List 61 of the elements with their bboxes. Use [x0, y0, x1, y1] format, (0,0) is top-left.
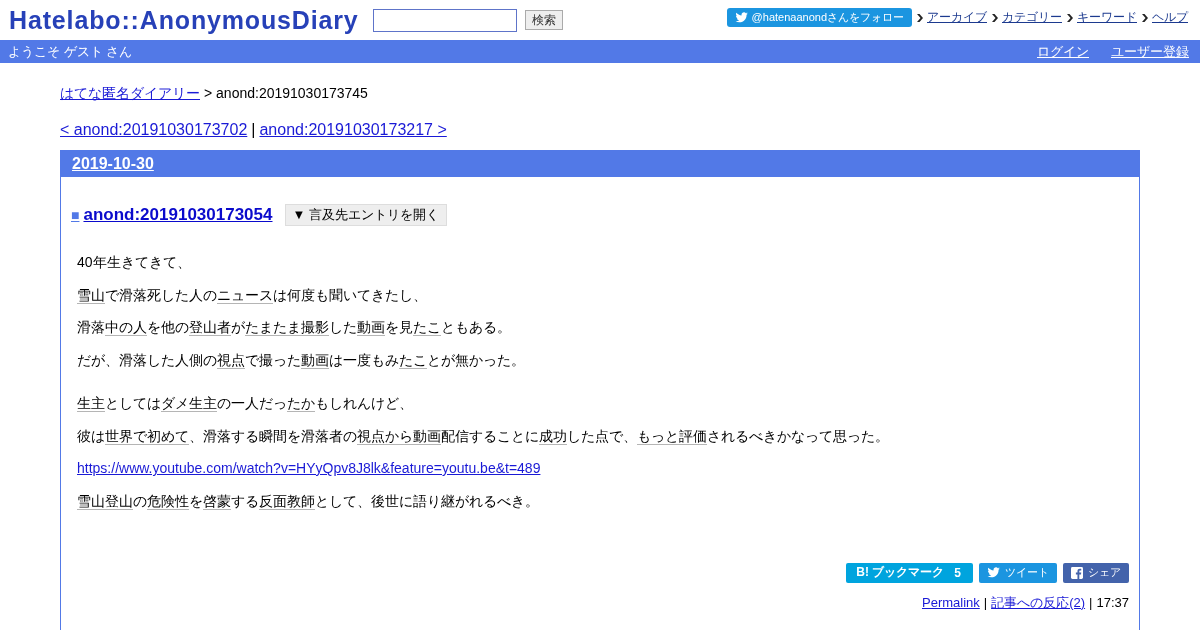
arrow-icon — [1067, 13, 1073, 22]
keyword-link[interactable]: 中の人 — [105, 319, 147, 335]
arrow-icon — [992, 13, 998, 22]
keyword-link[interactable]: 視点 — [217, 351, 245, 368]
site-logo[interactable]: Hatelabo::AnonymousDiary — [9, 5, 359, 35]
entry-title-link[interactable]: anond:20191030173054 — [83, 205, 273, 225]
keyword-link[interactable]: 啓蒙 — [203, 492, 231, 509]
keyword-link[interactable]: たか — [287, 395, 315, 411]
footer-link[interactable]: 記事への反応(2) — [991, 594, 1086, 611]
body-paragraph: 滑落中の人を他の登山者がたまたま撮影した動画を見たこ ともある。 — [77, 318, 512, 337]
arrow-icon — [1142, 13, 1148, 22]
keyword-link[interactable]: もっと評価 — [637, 427, 707, 444]
keyword-link[interactable]: 危険性 — [147, 492, 189, 509]
keyword-link[interactable]: ニュース — [217, 286, 273, 303]
entry-marker-link[interactable]: ■ — [71, 207, 80, 223]
arrow-icon — [917, 13, 923, 22]
body-paragraph: だが、滑落した人側の視点で撮った動画は一度もみたこ とが無かった。 — [77, 350, 526, 370]
keyword-link[interactable]: 成功 — [539, 427, 567, 444]
search-field[interactable] — [372, 8, 517, 32]
keyword-link[interactable]: 雪山登山 — [77, 492, 133, 509]
date-link[interactable]: 2019-10-30 — [72, 155, 154, 173]
nav-link[interactable]: キーワード — [1077, 9, 1137, 26]
bird-icon — [734, 12, 748, 23]
share-button[interactable]: シェア — [1063, 562, 1129, 583]
open-references-button[interactable]: ▼ 言及先エントリを開く — [284, 204, 447, 226]
separator: | — [983, 594, 988, 611]
post-time: 17:37 — [1096, 594, 1129, 611]
keyword-link[interactable]: 視点から動画 — [357, 427, 441, 444]
f-logo-icon — [1071, 566, 1083, 579]
keyword-link[interactable]: 雪山 — [77, 286, 105, 303]
separator: | — [1089, 594, 1093, 611]
breadcrumb-current: > anond:20191030173745 — [204, 85, 368, 101]
body-paragraph: 生主としては ダメ生主の一人だっ たかもしれんけど、 — [77, 394, 414, 413]
account-link[interactable]: ログイン — [1037, 43, 1089, 59]
keyword-link[interactable]: 反面教師 — [259, 492, 315, 509]
keyword-link[interactable]: たまたま撮影 — [245, 319, 329, 335]
body-paragraph: 彼は世界で初めて、滑落する瞬間を滑落者の視点から動画配信することに成功 した点で、もっと評価 されるべきかなって思った。 — [77, 426, 890, 446]
keyword-link[interactable]: 動画 — [301, 351, 329, 368]
keyword-link[interactable]: 動画 — [357, 319, 385, 335]
nav-link[interactable]: アーカイブ — [927, 9, 987, 26]
body-paragraph: 雪山登山の危険性を啓蒙する反面教師 として、後世に語り継がれるべき。 — [77, 491, 540, 511]
bird-icon — [987, 567, 1000, 578]
previous-entry-link[interactable]: < anond:20191030173702 — [60, 120, 248, 140]
footer-link[interactable]: Permalink — [922, 594, 980, 611]
keyword-link[interactable]: 世界で初めて — [105, 427, 189, 444]
breadcrumb-link[interactable]: はてな匿名ダイアリー — [60, 85, 200, 101]
separator: | — [251, 120, 256, 140]
keyword-link[interactable]: 登山者 — [189, 319, 231, 335]
search-button[interactable]: 検索 — [524, 10, 563, 30]
body-paragraph: 雪山で滑落死した人のニュース は何度も聞いてきたし、 — [77, 285, 428, 305]
next-entry-link[interactable]: anond:20191030173217 > — [259, 120, 447, 140]
keyword-link[interactable]: たこ — [413, 319, 441, 335]
nav-link[interactable]: ヘルプ — [1152, 9, 1188, 26]
keyword-link[interactable]: たこ — [399, 351, 427, 368]
keyword-link[interactable]: ダメ生主 — [161, 395, 217, 411]
greeting-text: ようこそ ゲスト さん — [8, 42, 133, 61]
account-link[interactable]: ユーザー登録 — [1111, 43, 1189, 59]
keyword-link[interactable]: 生主 — [77, 395, 105, 411]
url-link[interactable]: https://www.youtube.com/watch?v=HYyQpv8J8lk&feature=youtu.be&t=489 — [77, 460, 541, 476]
nav-link[interactable]: カテゴリー — [1002, 9, 1062, 26]
body-paragraph: 40年生きてきて、 — [77, 253, 192, 272]
